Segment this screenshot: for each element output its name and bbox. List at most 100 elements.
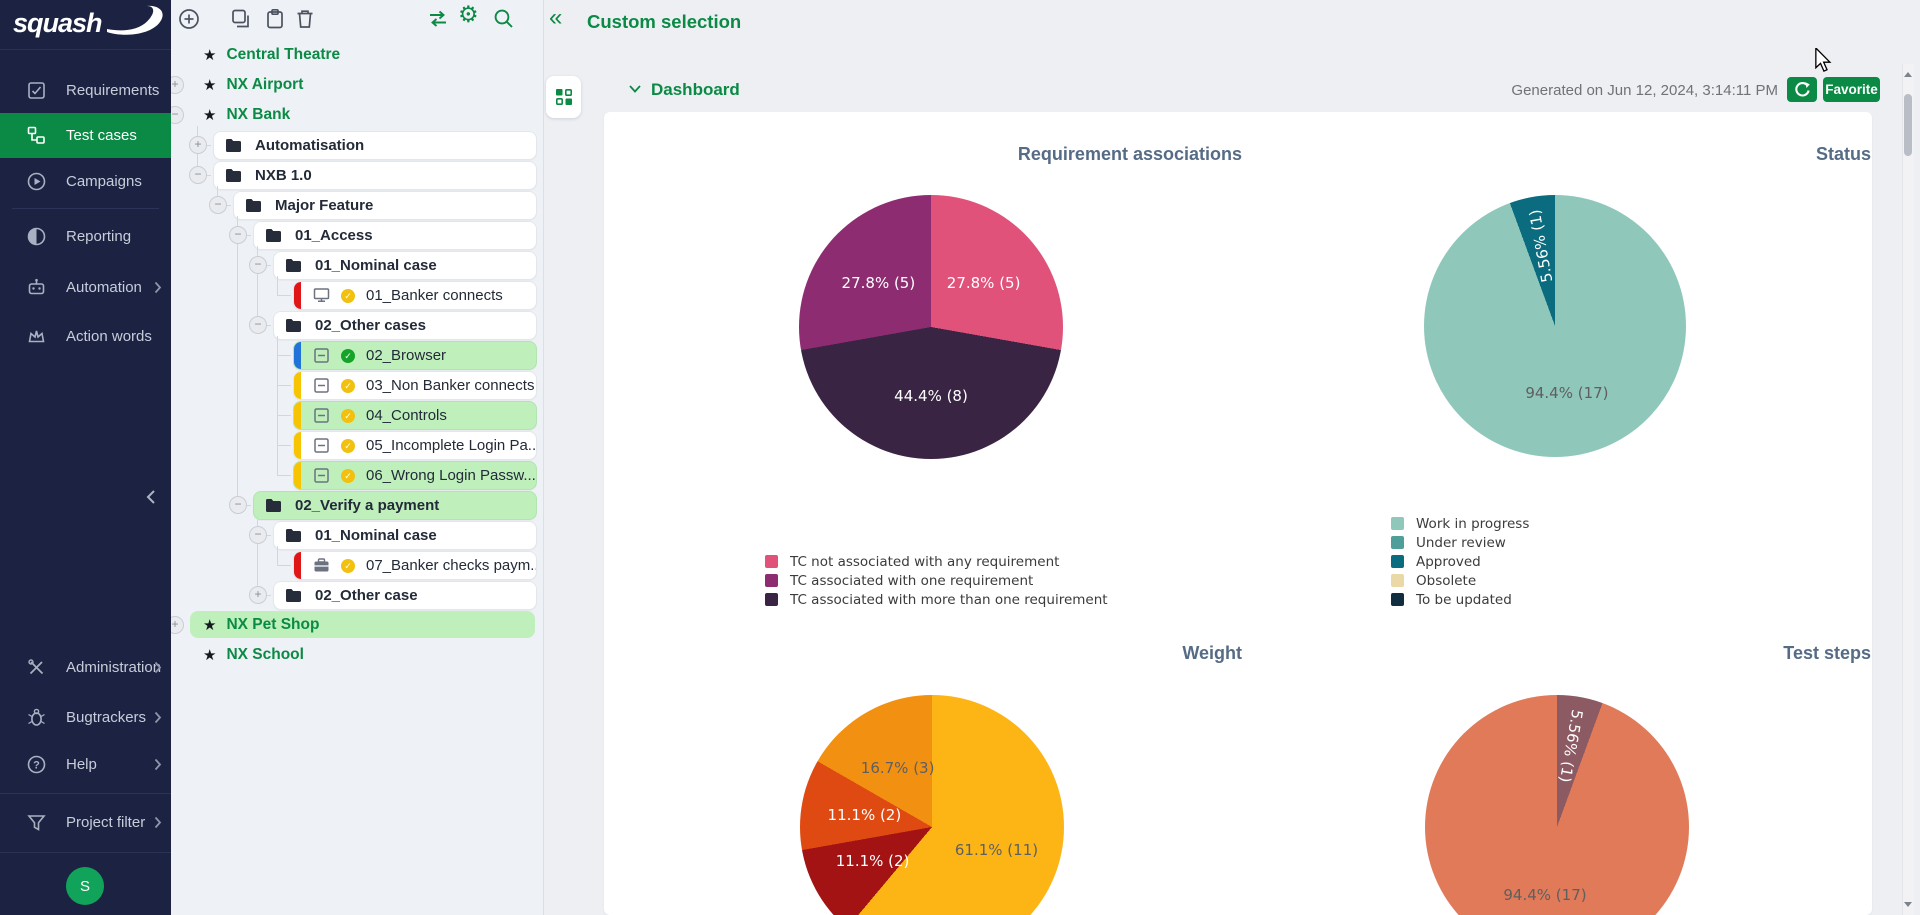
tree-row: ✓03_Non Banker connects bbox=[171, 371, 543, 398]
tree-node-folder[interactable]: 02_Other cases bbox=[273, 311, 537, 340]
sidebar-collapse-icon[interactable] bbox=[144, 489, 158, 505]
importance-bar bbox=[294, 402, 301, 429]
sidebar-item-label: Action words bbox=[66, 328, 152, 345]
sidebar-item-automation[interactable]: Automation bbox=[0, 265, 171, 310]
tree-connector bbox=[277, 295, 291, 296]
sidebar-item-campaigns[interactable]: Campaigns bbox=[0, 159, 171, 204]
legend-status: Work in progressUnder review Approved Obso… bbox=[1391, 514, 1529, 609]
generated-timestamp: Generated on Jun 12, 2024, 3:14:11 PM bbox=[1400, 82, 1778, 99]
sidebar-item-reporting[interactable]: Reporting bbox=[0, 214, 171, 259]
tree-node-folder[interactable]: 02_Verify a payment bbox=[253, 491, 537, 520]
tree-node-label: 03_Non Banker connects bbox=[366, 377, 534, 394]
legend-item[interactable]: Under review bbox=[1391, 533, 1529, 552]
scrollbar-up-arrow[interactable] bbox=[1904, 72, 1912, 77]
tree-expander-plus[interactable]: + bbox=[249, 586, 267, 604]
tree-node-test-case[interactable]: ✓07_Banker checks paym... bbox=[293, 551, 537, 580]
tree-node-test-case[interactable]: ✓04_Controls bbox=[293, 401, 537, 430]
legend-item[interactable]: TC associated with more than one require… bbox=[765, 590, 1108, 609]
legend-item[interactable]: Work in progress bbox=[1391, 514, 1529, 533]
tree-node-test-case[interactable]: ✓03_Non Banker connects bbox=[293, 371, 537, 400]
minus-square-icon bbox=[313, 377, 330, 394]
tree-node-test-case[interactable]: ✓05_Incomplete Login Pa... bbox=[293, 431, 537, 460]
tree-node-project[interactable]: ★NX Airport bbox=[190, 71, 535, 98]
tree-node-test-case[interactable]: ✓02_Browser bbox=[293, 341, 537, 370]
tree-expander-plus[interactable]: + bbox=[189, 136, 207, 154]
sidebar-item-action-words[interactable]: Action words bbox=[0, 314, 171, 359]
sidebar-item-administration[interactable]: Administration bbox=[0, 645, 171, 690]
tree-expander-minus[interactable]: − bbox=[229, 226, 247, 244]
user-avatar[interactable]: S bbox=[66, 867, 104, 905]
tree-expander-minus[interactable]: − bbox=[209, 196, 227, 214]
tree-node-project[interactable]: ★NX Bank bbox=[190, 101, 535, 128]
star-icon: ★ bbox=[203, 616, 216, 634]
legend-item[interactable]: Obsolete bbox=[1391, 571, 1529, 590]
folder-icon bbox=[285, 528, 302, 543]
sidebar-item-help[interactable]: ?Help bbox=[0, 742, 171, 787]
collapse-workspace-icon[interactable]: « bbox=[549, 4, 562, 32]
tree-node-folder[interactable]: 01_Nominal case bbox=[273, 521, 537, 550]
tree-expander-minus[interactable]: − bbox=[229, 496, 247, 514]
legend-item[interactable]: TC associated with one requirement bbox=[765, 571, 1108, 590]
tree-node-project[interactable]: ★NX Pet Shop bbox=[190, 611, 535, 638]
dashboard-section-title[interactable]: Dashboard bbox=[651, 80, 740, 100]
bugtracker-icon bbox=[26, 707, 47, 728]
tree-node-folder[interactable]: 02_Other case bbox=[273, 581, 537, 610]
tree-row: +★NX Pet Shop bbox=[171, 611, 543, 638]
logo-swoosh-icon bbox=[105, 2, 167, 44]
squash-logo[interactable]: squash bbox=[0, 0, 171, 50]
tree-expander-minus[interactable]: − bbox=[189, 166, 207, 184]
legend-item[interactable]: Approved bbox=[1391, 552, 1529, 571]
tree-node-label: NX Bank bbox=[226, 106, 290, 124]
tree-node-folder[interactable]: NXB 1.0 bbox=[213, 161, 537, 190]
status-badge-yellow: ✓ bbox=[341, 559, 355, 573]
legend-requirement-associations: TC not associated with any requirementTC… bbox=[765, 552, 1108, 609]
dashboard-tab[interactable] bbox=[546, 76, 581, 118]
status-badge-green: ✓ bbox=[341, 349, 355, 363]
tree-node-project[interactable]: ★NX School bbox=[190, 641, 535, 668]
tree-node-folder[interactable]: Automatisation bbox=[213, 131, 537, 160]
chevron-right-icon bbox=[154, 661, 162, 674]
star-icon: ★ bbox=[203, 646, 216, 664]
chevron-down-icon[interactable] bbox=[628, 84, 642, 94]
tree: ★Central Theatre+★NX Airport−★NX Bank+Au… bbox=[171, 0, 543, 915]
legend-item[interactable]: To be updated bbox=[1391, 590, 1529, 609]
sidebar-item-bugtrackers[interactable]: Bugtrackers bbox=[0, 695, 171, 740]
monitor-icon bbox=[313, 287, 330, 304]
tree-node-label: 01_Nominal case bbox=[315, 527, 437, 544]
tree-connector bbox=[277, 546, 278, 565]
pie-requirement-associations[interactable]: 27.8% (5)44.4% (8)27.8% (5) bbox=[799, 195, 1063, 459]
sidebar-item-test-cases[interactable]: Test cases bbox=[0, 113, 171, 158]
tree-node-folder[interactable]: 01_Nominal case bbox=[273, 251, 537, 280]
pie-status[interactable]: 94.4% (17)5.56% (1) bbox=[1424, 195, 1686, 457]
tree-connector bbox=[277, 276, 278, 295]
tree-expander-minus[interactable]: − bbox=[249, 256, 267, 274]
pie-slice-label: 27.8% (5) bbox=[947, 274, 1021, 292]
legend-swatch bbox=[1391, 555, 1404, 568]
tree-node-folder[interactable]: Major Feature bbox=[233, 191, 537, 220]
sidebar-item-project-filter[interactable]: Project filter bbox=[0, 800, 171, 845]
scrollbar-thumb[interactable] bbox=[1904, 94, 1912, 156]
tree-row: ✓07_Banker checks paym... bbox=[171, 551, 543, 578]
legend-label: Approved bbox=[1416, 554, 1481, 570]
tree-node-folder[interactable]: 01_Access bbox=[253, 221, 537, 250]
pie-slice-label: 61.1% (11) bbox=[955, 841, 1038, 859]
tree-row: ★NX School bbox=[171, 641, 543, 668]
tree-row: −01_Nominal case bbox=[171, 251, 543, 278]
tree-node-test-case[interactable]: ✓01_Banker connects bbox=[293, 281, 537, 310]
tree-node-project[interactable]: ★Central Theatre bbox=[190, 41, 535, 68]
tree-connector bbox=[277, 475, 291, 476]
tree-row: ✓06_Wrong Login Passw... bbox=[171, 461, 543, 488]
tree-node-test-case[interactable]: ✓06_Wrong Login Passw... bbox=[293, 461, 537, 490]
scrollbar-track[interactable] bbox=[1902, 64, 1914, 915]
tree-expander-minus[interactable]: − bbox=[249, 526, 267, 544]
scrollbar-down-arrow[interactable] bbox=[1904, 902, 1912, 907]
tree-expander-minus[interactable]: − bbox=[249, 316, 267, 334]
importance-bar bbox=[294, 342, 301, 369]
legend-item[interactable]: TC not associated with any requirement bbox=[765, 552, 1108, 571]
refresh-button[interactable] bbox=[1787, 77, 1817, 102]
tree-row: ✓01_Banker connects bbox=[171, 281, 543, 308]
sidebar-item-requirements[interactable]: Requirements bbox=[0, 68, 171, 113]
sidebar-item-label: Bugtrackers bbox=[66, 709, 146, 726]
legend-label: Obsolete bbox=[1416, 573, 1476, 589]
favorite-button[interactable]: Favorite bbox=[1823, 77, 1880, 102]
